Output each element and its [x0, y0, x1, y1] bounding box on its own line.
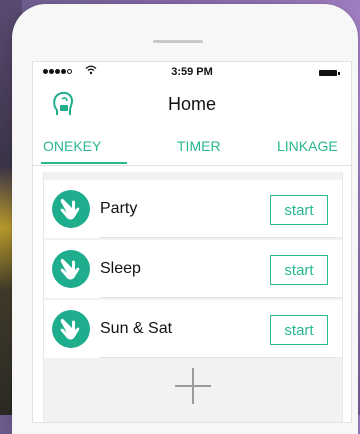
tabs-divider	[33, 165, 351, 166]
scene-label: Sleep	[100, 260, 141, 277]
tab-bar: ONEKEY TIMER LINKAGE	[33, 132, 351, 166]
row-divider	[100, 297, 342, 298]
page-title: Home	[167, 94, 216, 114]
start-button-sleep[interactable]: start	[270, 255, 328, 285]
row-divider	[100, 357, 342, 358]
active-tab-indicator	[41, 162, 127, 164]
scene-list: Party start Sleep start Sun & Sat start	[43, 172, 343, 422]
row-divider	[100, 237, 342, 238]
start-button-sun-sat[interactable]: start	[270, 315, 328, 345]
battery-icon	[319, 70, 340, 76]
tab-timer[interactable]: TIMER	[177, 138, 221, 154]
status-time: 3:59 PM	[171, 66, 213, 78]
app-header: Home	[33, 84, 351, 124]
tab-onekey[interactable]: ONEKEY	[43, 138, 101, 154]
scene-row-sleep: Sleep start	[44, 240, 342, 298]
plus-icon[interactable]	[175, 368, 211, 404]
scene-row-party: Party start	[44, 180, 342, 238]
scene-row-sun-sat: Sun & Sat start	[44, 300, 342, 358]
phone-speaker	[153, 40, 203, 43]
phone-frame: 3:59 PM Home ONEKEY TIMER LINKAGE Party …	[12, 4, 358, 434]
hand-tap-icon	[52, 190, 90, 228]
scene-label: Party	[100, 200, 138, 217]
app-screen: 3:59 PM Home ONEKEY TIMER LINKAGE Party …	[32, 61, 352, 423]
tab-linkage[interactable]: LINKAGE	[277, 138, 338, 154]
start-button-party[interactable]: start	[270, 195, 328, 225]
hand-tap-icon	[52, 250, 90, 288]
status-bar: 3:59 PM	[33, 62, 351, 84]
scene-label: Sun & Sat	[100, 320, 173, 337]
hand-tap-icon	[52, 310, 90, 348]
